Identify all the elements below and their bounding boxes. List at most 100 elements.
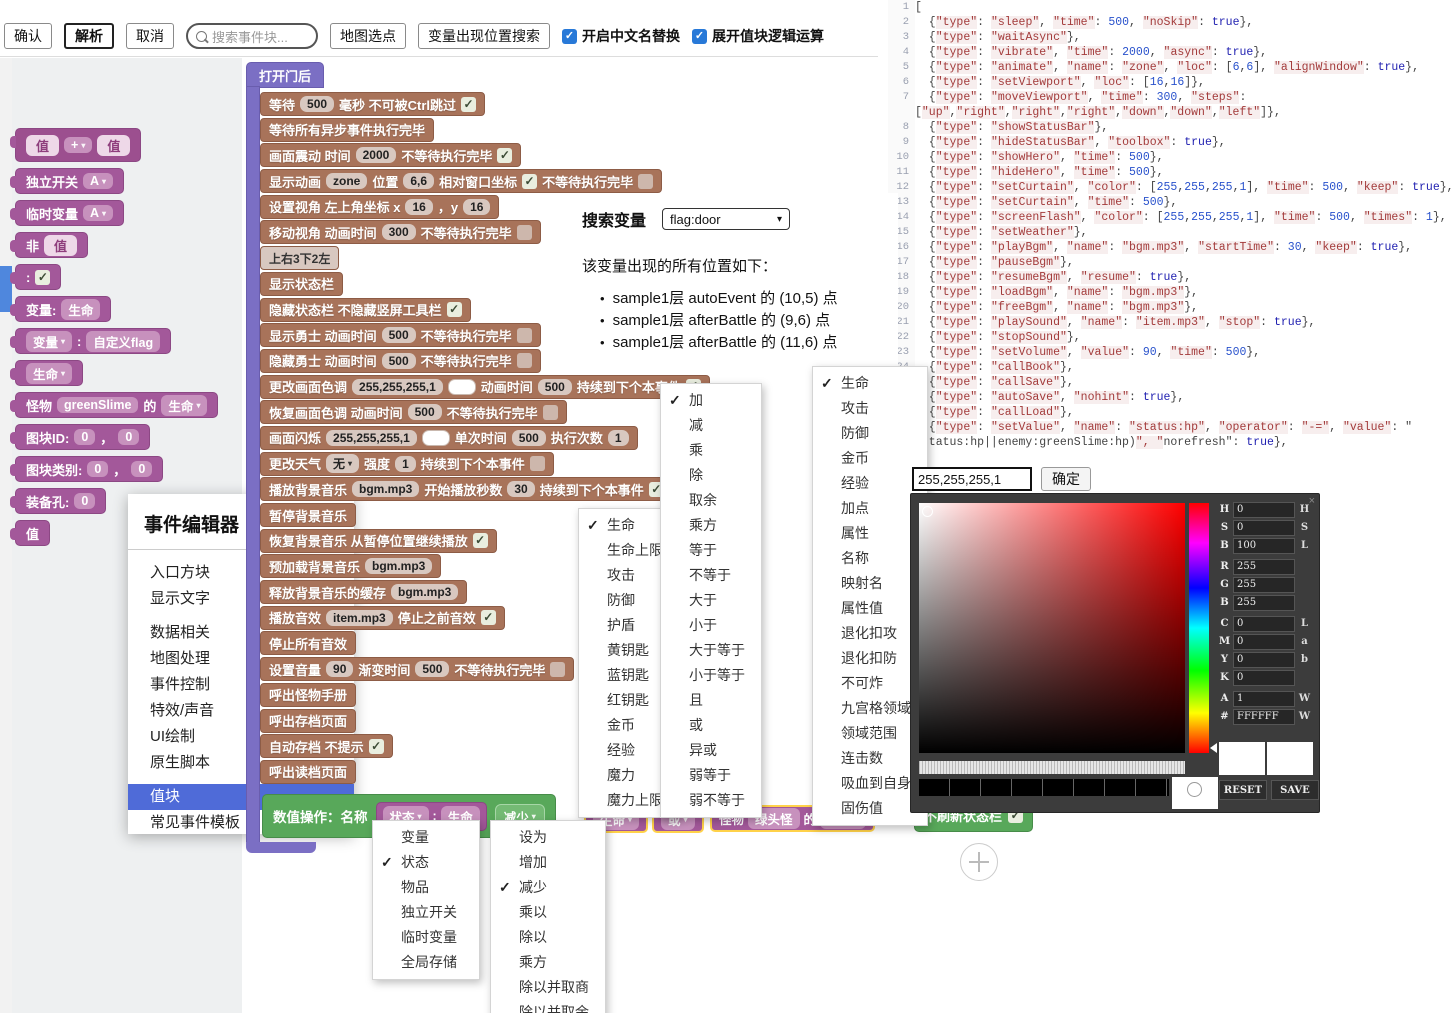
event-block[interactable]: 呼出读档页面 — [260, 760, 356, 784]
menu-item[interactable]: 小于等于 — [661, 663, 761, 688]
field-input[interactable]: 255 — [1233, 577, 1295, 593]
event-block[interactable]: 画面闪烁255,255,255,1单次时间500执行次数1 — [260, 426, 638, 450]
saturation-value-gradient[interactable] — [919, 503, 1185, 753]
value-slot[interactable]: 值 — [26, 135, 59, 156]
event-block[interactable]: 显示动画zone位置6,6相对窗口坐标✓不等待执行完毕 — [260, 169, 662, 193]
block-field[interactable]: 0 — [131, 461, 152, 477]
menu-item[interactable]: 取余 — [661, 488, 761, 513]
palette-block[interactable]: 图块ID:0，0 — [15, 424, 150, 450]
value-slot[interactable]: 值 — [97, 135, 130, 156]
checkbox-checked-icon[interactable]: ✓ — [562, 29, 577, 44]
event-block[interactable]: 预加载背景音乐bgm.mp3 — [260, 554, 441, 578]
json-code-editor[interactable]: 1[2 {"type": "sleep", "time": 500, "noSk… — [888, 0, 1456, 464]
event-wrapper-header[interactable]: 打开门后 — [246, 62, 324, 88]
variable-select[interactable]: flag:door ▾ — [662, 208, 790, 230]
menu-item[interactable]: 除以 — [491, 925, 605, 950]
menu-item[interactable]: 大于等于 — [661, 638, 761, 663]
event-block[interactable]: 上右3下2左 — [260, 246, 339, 270]
event-block[interactable]: 释放背景音乐的缓存bgm.mp3 — [260, 580, 467, 604]
menu-item[interactable]: 小于 — [661, 613, 761, 638]
block-field[interactable]: 90 — [326, 661, 353, 677]
event-block[interactable]: 呼出怪物手册 — [260, 683, 356, 707]
block-field[interactable]: 0 — [74, 493, 95, 509]
event-block[interactable]: 停止所有音效 — [260, 631, 356, 655]
field-input[interactable]: 0 — [1233, 634, 1295, 650]
event-block[interactable]: 呼出存档页面 — [260, 709, 356, 733]
block-field[interactable]: 500 — [382, 353, 416, 369]
event-block[interactable]: 恢复背景音乐 从暂停位置继续播放✓ — [260, 529, 497, 553]
block-field[interactable]: item.mp3 — [326, 610, 393, 626]
cancel-button[interactable]: 取消 — [126, 23, 174, 49]
block-field[interactable]: 500 — [512, 430, 546, 446]
block-dropdown[interactable]: 无▾ — [326, 454, 359, 473]
block-dropdown[interactable]: 生命▾ — [26, 363, 72, 384]
block-field[interactable]: 500 — [300, 96, 334, 112]
block-checkbox-unchecked[interactable] — [638, 174, 653, 189]
event-block[interactable]: 恢复画面色调 动画时间500不等待执行完毕 — [260, 400, 567, 424]
block-dropdown[interactable]: 生命▾ — [161, 395, 207, 416]
block-field[interactable]: 500 — [382, 327, 416, 343]
menu-item[interactable]: 乘 — [661, 438, 761, 463]
map-pick-button[interactable]: 地图选点 — [330, 23, 406, 49]
block-field[interactable]: 255,255,255,1 — [352, 379, 443, 395]
event-block[interactable]: 移动视角 动画时间300不等待执行完毕 — [260, 220, 541, 244]
palette-block[interactable]: 值 +▾ 值 — [15, 128, 141, 162]
event-block[interactable]: 暂停背景音乐 — [260, 503, 356, 527]
menu-item[interactable]: 金币 — [813, 446, 927, 471]
menu-item[interactable]: 乘方 — [491, 950, 605, 975]
menu-item[interactable]: ✓生命 — [813, 371, 927, 396]
block-field[interactable]: greenSlime — [57, 397, 138, 413]
block-checkbox-unchecked[interactable] — [550, 662, 565, 677]
block-checkbox-checked[interactable]: ✓ — [481, 610, 496, 625]
palette-block[interactable]: 怪物greenSlime的生命▾ — [15, 392, 218, 418]
color-swatch[interactable] — [422, 430, 450, 446]
block-dropdown[interactable]: 变量▾ — [26, 331, 72, 352]
field-input[interactable]: 0 — [1233, 652, 1295, 668]
menu-item[interactable]: 独立开关 — [373, 900, 479, 925]
menu-item[interactable]: 弱等于 — [661, 763, 761, 788]
field-input[interactable]: 0 — [1233, 502, 1295, 518]
block-field[interactable]: 生命 — [61, 299, 100, 320]
block-field[interactable]: 0 — [87, 461, 108, 477]
menu-item[interactable]: 或 — [661, 713, 761, 738]
block-checkbox-checked[interactable]: ✓ — [35, 270, 50, 285]
checkbox-checked-icon[interactable]: ✓ — [692, 29, 707, 44]
block-dropdown[interactable]: A▾ — [83, 205, 113, 221]
palette-block[interactable]: 临时变量A▾ — [15, 200, 124, 226]
swatch-circle-icon[interactable] — [1187, 782, 1202, 797]
block-checkbox-checked[interactable]: ✓ — [522, 174, 537, 189]
block-field[interactable]: 0 — [74, 429, 95, 445]
block-checkbox-unchecked[interactable] — [530, 456, 545, 471]
menu-item[interactable]: 除 — [661, 463, 761, 488]
block-dropdown[interactable]: +▾ — [64, 137, 92, 153]
block-field[interactable]: 255,255,255,1 — [326, 430, 417, 446]
variable-position-search-button[interactable]: 变量出现位置搜索 — [418, 23, 550, 49]
menu-item[interactable]: 除以并取余 — [491, 1000, 605, 1013]
block-checkbox-unchecked[interactable] — [543, 405, 558, 420]
field-input[interactable]: FFFFFF — [1233, 709, 1295, 725]
event-block[interactable]: 设置音量90渐变时间500不等待执行完毕 — [260, 657, 574, 681]
swatch-strip[interactable] — [919, 779, 1169, 796]
block-checkbox-checked[interactable]: ✓ — [369, 739, 384, 754]
event-block[interactable]: 更改画面色调255,255,255,1动画时间500持续到下个本事件✓ — [260, 375, 710, 399]
field-input[interactable]: 0 — [1233, 670, 1295, 686]
block-field[interactable]: bgm.mp3 — [365, 558, 432, 574]
block-field[interactable]: 30 — [507, 481, 534, 497]
field-input[interactable]: 255 — [1233, 559, 1295, 575]
palette-block[interactable]: 装备孔:0 — [15, 488, 106, 514]
event-block[interactable]: 播放音效item.mp3停止之前音效✓ — [260, 606, 505, 630]
menu-item[interactable]: 乘以 — [491, 900, 605, 925]
block-field[interactable]: 16 — [405, 199, 432, 215]
menu-item[interactable]: ✓减少 — [491, 875, 605, 900]
palette-block[interactable]: 变量:生命 — [15, 296, 111, 322]
block-field[interactable]: 500 — [538, 379, 572, 395]
palette-block[interactable]: 独立开关A▾ — [15, 168, 124, 194]
menu-item[interactable]: 且 — [661, 688, 761, 713]
event-block[interactable]: 画面震动 时间2000不等待执行完毕✓ — [260, 143, 521, 167]
block-checkbox-checked[interactable]: ✓ — [447, 302, 462, 317]
event-block[interactable]: 隐藏勇士 动画时间500不等待执行完毕 — [260, 349, 541, 373]
confirm-button[interactable]: 确认 — [4, 23, 52, 49]
color-value-input[interactable]: 255,255,255,1 — [912, 467, 1032, 491]
block-field[interactable]: 2000 — [356, 147, 397, 163]
menu-item[interactable]: ✓加 — [661, 388, 761, 413]
